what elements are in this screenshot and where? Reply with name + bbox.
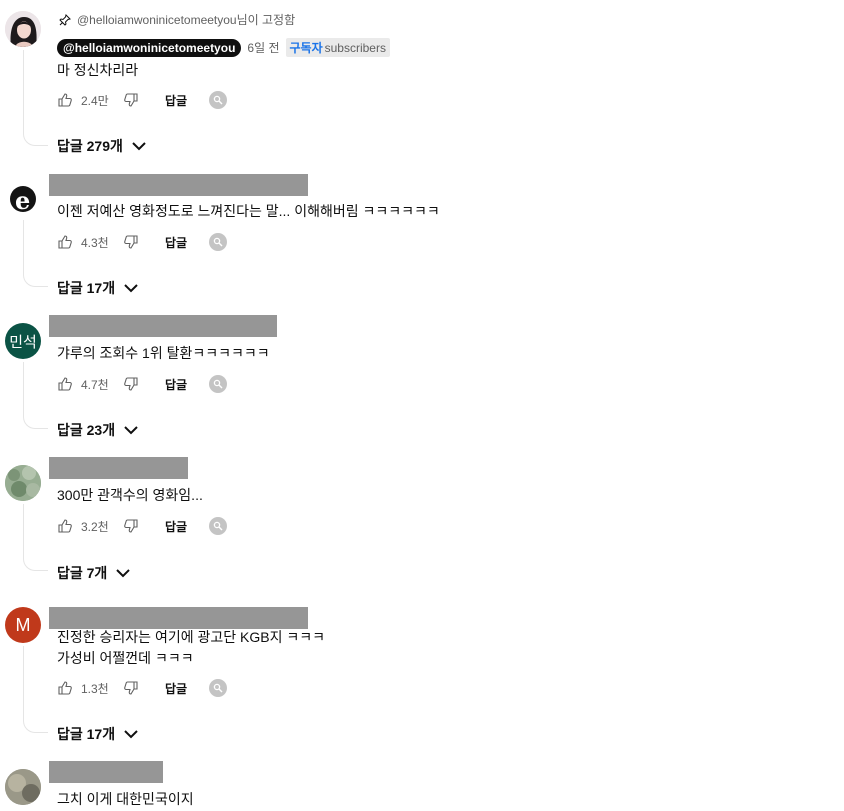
subscriber-badge-text: subscribers <box>324 41 386 55</box>
chevron-down-icon <box>123 726 139 742</box>
view-replies-button[interactable]: 답글 7개 <box>57 563 131 583</box>
comment-header: @helloiamwoninicetomeetyou 6일 전 구독자 subsc… <box>57 38 390 57</box>
pin-icon <box>57 12 73 28</box>
redacted-author <box>49 761 163 783</box>
thread-connector <box>23 50 48 146</box>
thread-connector <box>23 646 48 733</box>
pinned-text: @helloiamwoninicetomeetyou님이 고정함 <box>77 13 296 27</box>
reply-button[interactable]: 답글 <box>165 376 187 393</box>
chevron-down-icon <box>123 422 139 438</box>
avatar-letter: 민석 <box>9 333 37 351</box>
redacted-author <box>49 315 277 337</box>
like-icon[interactable] <box>57 92 73 108</box>
like-count: 4.3천 <box>81 235 109 250</box>
subscriber-badge-strong: 구독자 <box>289 41 323 55</box>
replies-count: 답글 17개 <box>57 280 116 296</box>
reply-button[interactable]: 답글 <box>165 234 187 251</box>
dislike-icon[interactable] <box>123 680 139 696</box>
avatar-photo-icon <box>5 769 41 805</box>
comment-actions: 4.3천 답글 <box>57 232 228 252</box>
comment-time[interactable]: 6일 전 <box>247 39 279 56</box>
dislike-icon[interactable] <box>123 518 139 534</box>
avatar-photo-icon <box>5 11 41 47</box>
like-count: 4.7천 <box>81 377 109 392</box>
avatar-letter: e <box>15 186 31 215</box>
thread-connector <box>23 504 48 571</box>
comment-actions: 4.7천 답글 <box>57 374 228 394</box>
chevron-down-icon <box>123 280 139 296</box>
like-icon[interactable] <box>57 234 73 250</box>
comment-text: 갸루의 조회수 1위 탈환ㅋㅋㅋㅋㅋㅋ <box>57 345 270 361</box>
comment-text-line-1: 진정한 승리자는 여기에 광고단 KGB지 ㅋㅋㅋ <box>57 629 325 645</box>
author-name[interactable]: @helloiamwoninicetomeetyou <box>57 38 242 57</box>
replies-count: 답글 7개 <box>57 565 108 581</box>
avatar[interactable]: e <box>5 181 41 217</box>
creator-heart-icon[interactable] <box>209 375 228 393</box>
avatar[interactable] <box>5 769 41 805</box>
comment-text: 그치 이게 대한민국이지 <box>57 791 194 807</box>
avatar[interactable] <box>5 465 41 501</box>
comment-text: 마 정신차리라 <box>57 62 139 78</box>
redacted-author <box>49 174 308 196</box>
like-icon[interactable] <box>57 680 73 696</box>
replies-count: 답글 17개 <box>57 726 116 742</box>
replies-count: 답글 23개 <box>57 422 116 438</box>
comment-text-line-2: 가성비 어쩔껀데 ㅋㅋㅋ <box>57 650 194 666</box>
like-count: 1.3천 <box>81 681 109 696</box>
comment-text: 이젠 저예산 영화정도로 느껴진다는 말... 이해해버림 ㅋㅋㅋㅋㅋㅋ <box>57 203 440 219</box>
like-count: 3.2천 <box>81 519 109 534</box>
redacted-author <box>49 457 188 479</box>
dislike-icon[interactable] <box>123 234 139 250</box>
avatar-letter: M <box>15 614 31 635</box>
chevron-down-icon <box>131 138 147 154</box>
avatar[interactable] <box>5 11 41 47</box>
reply-button[interactable]: 답글 <box>165 92 187 109</box>
view-replies-button[interactable]: 답글 17개 <box>57 278 139 298</box>
dislike-icon[interactable] <box>123 376 139 392</box>
thread-connector <box>23 362 48 429</box>
like-count: 2.4만 <box>81 93 109 108</box>
avatar[interactable]: 민석 <box>5 323 41 359</box>
comment-actions: 1.3천 답글 <box>57 678 228 698</box>
dislike-icon[interactable] <box>123 92 139 108</box>
creator-heart-icon[interactable] <box>209 679 228 697</box>
comment-actions: 2.4만 답글 <box>57 90 228 110</box>
view-replies-button[interactable]: 답글 17개 <box>57 724 139 744</box>
creator-heart-icon[interactable] <box>209 91 228 109</box>
view-replies-button[interactable]: 답글 23개 <box>57 420 139 440</box>
view-replies-button[interactable]: 답글 279개 <box>57 136 147 156</box>
pinned-indicator: @helloiamwoninicetomeetyou님이 고정함 <box>57 11 295 28</box>
chevron-down-icon <box>115 565 131 581</box>
avatar[interactable]: M <box>5 607 41 643</box>
replies-count: 답글 279개 <box>57 138 123 154</box>
subscriber-badge: 구독자 subscribers <box>285 38 390 57</box>
like-icon[interactable] <box>57 376 73 392</box>
creator-heart-icon[interactable] <box>209 517 228 535</box>
avatar-photo-icon <box>5 465 41 501</box>
creator-heart-icon[interactable] <box>209 233 228 251</box>
comment-actions: 3.2천 답글 <box>57 516 228 536</box>
thread-connector <box>23 220 48 287</box>
reply-button[interactable]: 답글 <box>165 680 187 697</box>
redacted-author <box>49 607 308 629</box>
like-icon[interactable] <box>57 518 73 534</box>
comment-text: 300만 관객수의 영화임... <box>57 487 203 503</box>
reply-button[interactable]: 답글 <box>165 518 187 535</box>
